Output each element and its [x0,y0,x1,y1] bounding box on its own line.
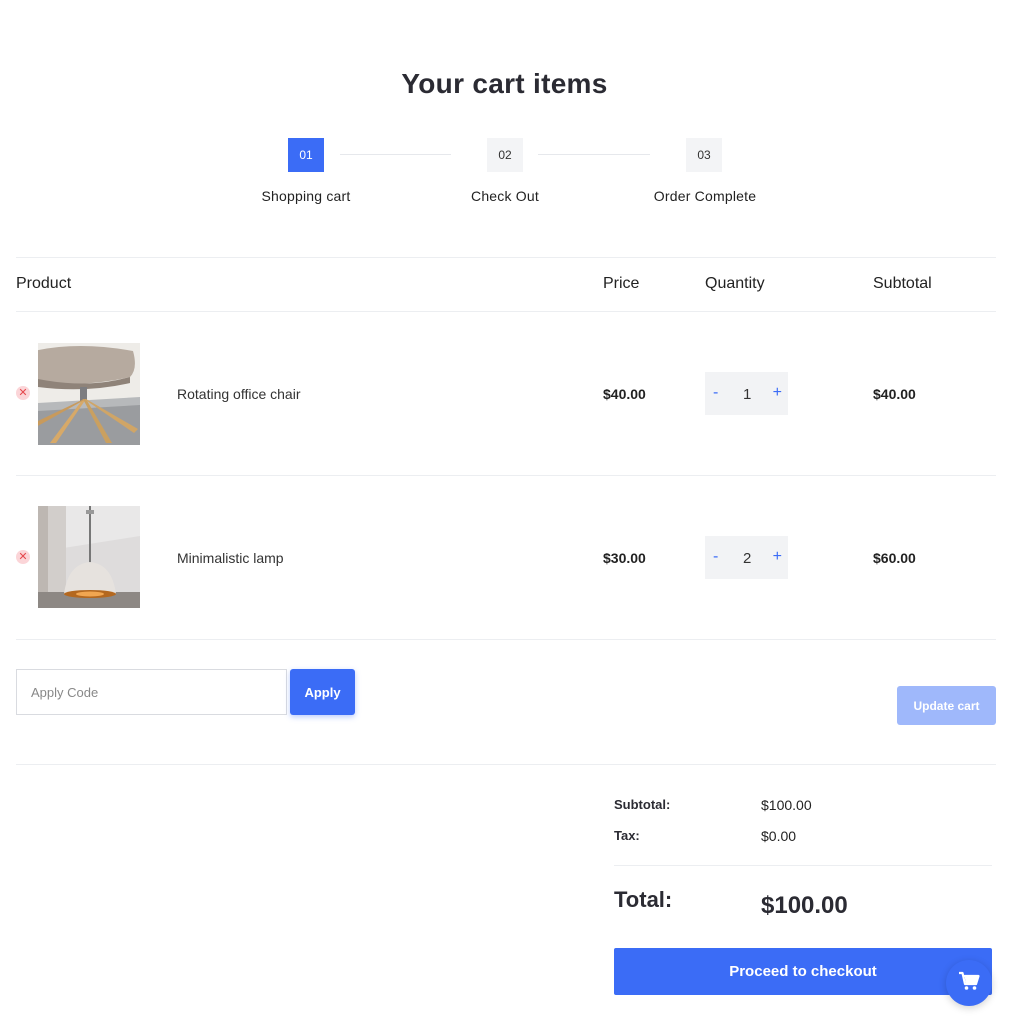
divider [16,257,996,258]
remove-item-button[interactable]: ✕ [16,550,30,564]
cart-button[interactable] [946,960,992,1006]
header-product: Product [16,275,72,292]
decrease-quantity-button[interactable]: - [713,384,718,402]
header-subtotal: Subtotal [873,275,932,292]
step-1-number[interactable]: 01 [288,138,324,172]
row-subtotal: $60.00 [873,550,916,566]
update-cart-button[interactable]: Update cart [897,686,996,725]
total-label: Total: [614,887,673,912]
tax-value: $0.00 [761,828,797,844]
close-icon: ✕ [18,551,28,563]
increase-quantity-button[interactable]: + [773,384,782,402]
remove-item-button[interactable]: ✕ [16,386,30,400]
office-chair-photo [38,343,140,445]
step-3-number[interactable]: 03 [686,138,722,172]
step-2-number[interactable]: 02 [487,138,523,172]
coupon-code-input[interactable] [16,669,287,715]
step-1-label: Shopping cart [261,188,351,204]
quantity-stepper: - 1 + [705,372,788,415]
quantity-stepper: - 2 + [705,536,788,579]
quantity-value[interactable]: 2 [743,550,751,567]
checkout-stepper: 01 02 03 Shopping cart Check Out Order C… [0,137,1009,217]
page-title: Your cart items [401,68,608,99]
pendant-lamp-photo [38,506,140,608]
table-row: ✕ Minimalistic lamp $30.00 - 2 + $60.00 [16,475,996,639]
apply-coupon-button[interactable]: Apply [290,669,355,715]
subtotal-value: $100.00 [761,797,812,813]
row-subtotal: $40.00 [873,386,916,402]
tax-label: Tax: [614,828,640,843]
increase-quantity-button[interactable]: + [773,548,782,566]
step-connector [538,154,650,155]
header-quantity: Quantity [705,275,765,292]
product-price: $30.00 [603,550,646,566]
step-2-label: Check Out [471,188,539,204]
step-3-label: Order Complete [653,188,757,204]
header-price: Price [603,275,640,292]
close-icon: ✕ [18,387,28,399]
table-row: ✕ Rotating office chair $40.00 - 1 + $40… [16,311,996,475]
divider [16,764,996,765]
product-name[interactable]: Minimalistic lamp [177,550,284,566]
product-price: $40.00 [603,386,646,402]
subtotal-label: Subtotal: [614,797,671,812]
proceed-to-checkout-button[interactable]: Proceed to checkout [614,948,992,995]
divider [16,639,996,640]
quantity-value[interactable]: 1 [743,386,751,403]
shopping-cart-icon [958,971,980,996]
step-connector [340,154,451,155]
divider [614,865,992,866]
total-value: $100.00 [761,892,848,919]
decrease-quantity-button[interactable]: - [713,548,718,566]
product-name[interactable]: Rotating office chair [177,386,300,402]
